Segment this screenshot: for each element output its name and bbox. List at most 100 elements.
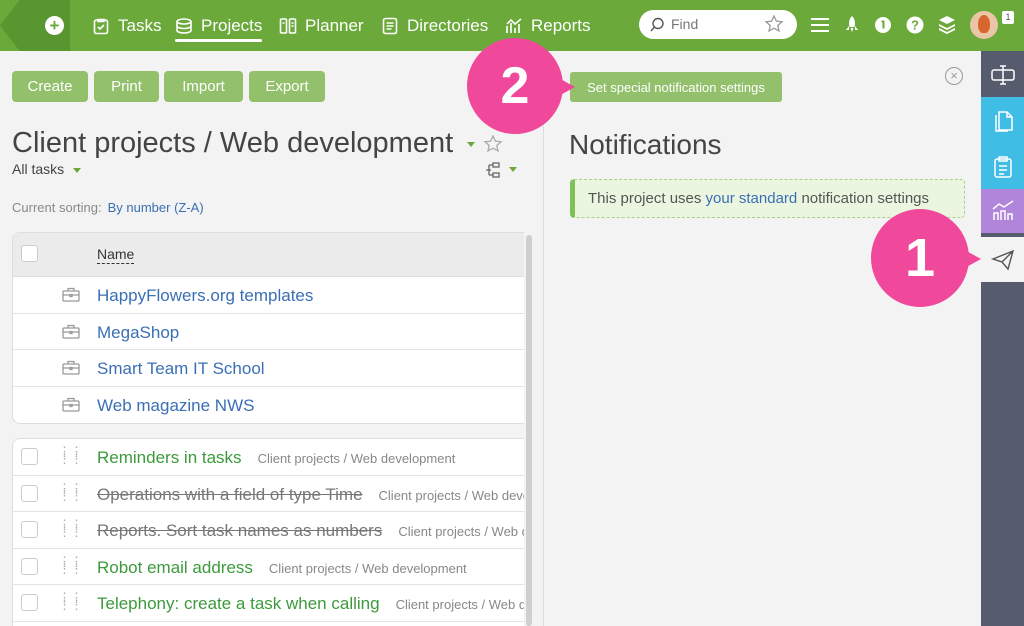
drag-handle-icon[interactable]: ⋮⋮ ⋮⋮ — [58, 555, 83, 575]
task-name: Reminders in tasks — [97, 448, 242, 467]
task-path: Client projects / Web development — [257, 451, 456, 466]
nav-tasks[interactable]: Tasks — [92, 0, 161, 51]
right-sidebar — [981, 51, 1024, 626]
nav-directories-label: Directories — [407, 15, 489, 35]
sidebar-item-reports[interactable] — [981, 189, 1024, 233]
chevron-down-icon — [73, 167, 82, 173]
standard-settings-link[interactable]: your standard — [706, 190, 798, 207]
search-box[interactable]: Find — [639, 10, 797, 39]
create-button[interactable]: Create — [12, 71, 88, 102]
task-link[interactable]: Reminders in tasks Client projects / Web … — [97, 448, 455, 468]
task-path: Client projects / Web development — [398, 524, 524, 539]
chevron-down-icon[interactable] — [467, 141, 476, 147]
projects-table: Name HappyFlowers.org templates MegaShop… — [12, 232, 524, 424]
bar-chart-icon — [992, 200, 1013, 220]
select-all-checkbox[interactable] — [21, 245, 38, 262]
menu-icon[interactable] — [811, 17, 829, 33]
sorting-label: Current sorting: — [12, 200, 102, 215]
hierarchy-toggle[interactable] — [484, 161, 518, 184]
table-row[interactable]: MegaShop — [13, 314, 524, 350]
document-list-icon — [382, 17, 398, 34]
avatar[interactable] — [970, 11, 998, 39]
drag-handle-icon[interactable]: ⋮⋮ ⋮⋮ — [58, 518, 83, 538]
table-row[interactable]: ⋮⋮ ⋮⋮ Operations with a field of type Tim… — [13, 476, 524, 512]
page-title: Client projects / Web development — [12, 127, 503, 160]
rocket-icon[interactable] — [844, 15, 860, 35]
task-link[interactable]: Robot email address Client projects / Web… — [97, 558, 467, 578]
sidebar-item-checklist[interactable] — [981, 144, 1024, 189]
layers-icon[interactable] — [938, 15, 956, 35]
info-suffix: notification settings — [797, 190, 930, 207]
drag-handle-icon[interactable]: ⋮⋮ ⋮⋮ — [58, 445, 83, 465]
task-checkbox[interactable] — [21, 484, 38, 502]
task-name: Robot email address — [97, 557, 253, 577]
column-header-name[interactable]: Name — [97, 246, 135, 264]
briefcase-icon — [62, 360, 80, 375]
print-button[interactable]: Print — [94, 71, 159, 102]
sorting-link[interactable]: By number (Z-A) — [108, 200, 204, 215]
table-row[interactable]: Web magazine NWS — [13, 387, 524, 424]
svg-text:?: ? — [911, 18, 919, 33]
notifications-panel: × Notifications This project uses your s… — [545, 51, 981, 626]
nav-reports-label: Reports — [531, 15, 591, 35]
close-icon[interactable]: × — [945, 67, 963, 85]
project-link[interactable]: HappyFlowers.org templates — [97, 286, 313, 306]
task-filter[interactable]: All tasks — [12, 161, 82, 177]
table-header: Name — [13, 233, 524, 277]
task-link[interactable]: Telephony: create a task when calling Cli… — [97, 594, 524, 614]
task-checkbox[interactable] — [21, 521, 38, 538]
task-checkbox[interactable] — [21, 594, 38, 611]
nav-projects-label: Projects — [201, 15, 263, 35]
task-checkbox[interactable] — [21, 557, 38, 575]
project-link[interactable]: Smart Team IT School — [97, 359, 265, 379]
table-row[interactable]: ⋮⋮ ⋮⋮ Robot email address Client projects … — [13, 549, 524, 585]
columns-icon — [279, 17, 297, 34]
task-name: Operations with a field of type Time — [97, 484, 363, 504]
task-link[interactable]: Operations with a field of type Time Clie… — [97, 485, 524, 505]
sidebar-item-notifications[interactable] — [981, 237, 1024, 282]
timer-icon[interactable] — [874, 16, 892, 34]
drag-handle-icon[interactable]: ⋮⋮ ⋮⋮ — [58, 591, 83, 611]
special-notification-settings-button[interactable]: Set special notification settings — [570, 72, 782, 102]
help-icon[interactable]: ? — [906, 16, 924, 34]
nav-projects[interactable]: Projects — [175, 0, 263, 51]
sidebar-item-documents[interactable] — [981, 97, 1024, 144]
paper-plane-icon — [990, 249, 1014, 270]
clipboard-list-icon — [993, 155, 1012, 178]
task-filter-label: All tasks — [12, 161, 65, 177]
table-row[interactable]: ⋮⋮ ⋮⋮ Telephony: create a task when calli… — [13, 585, 524, 622]
import-button[interactable]: Import — [164, 71, 243, 102]
briefcase-icon — [62, 397, 80, 412]
star-icon[interactable] — [483, 134, 503, 154]
table-row[interactable]: ⋮⋮ ⋮⋮ Reminders in tasks Client projects /… — [13, 439, 524, 476]
table-row[interactable]: HappyFlowers.org templates — [13, 277, 524, 314]
info-prefix: This project uses — [588, 190, 706, 207]
project-panel: Create Print Import Export Client projec… — [0, 51, 544, 626]
tasks-table: ⋮⋮ ⋮⋮ Reminders in tasks Client projects /… — [12, 438, 524, 626]
notifications-title: Notifications — [569, 129, 722, 160]
clipboard-icon — [93, 18, 109, 34]
table-row[interactable]: ⋮⋮ ⋮⋮ Reports. Sort task names as numbers… — [13, 512, 524, 549]
hierarchy-icon — [486, 162, 500, 178]
table-row[interactable]: Smart Team IT School — [13, 350, 524, 387]
project-title: Client projects / Web development — [12, 127, 454, 159]
drag-handle-icon[interactable]: ⋮⋮ ⋮⋮ — [58, 482, 83, 502]
star-icon[interactable] — [764, 14, 784, 34]
project-link[interactable]: MegaShop — [97, 323, 179, 343]
nav-planner-label: Planner — [305, 15, 364, 35]
export-button[interactable]: Export — [249, 71, 325, 102]
nav-planner[interactable]: Planner — [279, 0, 364, 51]
task-checkbox[interactable] — [21, 448, 38, 465]
plus-icon[interactable]: + — [45, 16, 64, 35]
nav-directories[interactable]: Directories — [381, 0, 488, 51]
sidebar-item-fields[interactable] — [981, 53, 1024, 97]
search-placeholder: Find — [671, 16, 699, 32]
task-name: Telephony: create a task when calling — [97, 594, 380, 613]
project-link[interactable]: Web magazine NWS — [97, 396, 254, 416]
briefcase-icon — [62, 324, 80, 339]
search-icon — [650, 17, 664, 32]
task-path: Client projects / Web development — [378, 487, 524, 503]
task-link[interactable]: Reports. Sort task names as numbers Clien… — [97, 521, 524, 541]
database-icon — [176, 17, 192, 34]
scrollbar[interactable] — [526, 235, 532, 626]
